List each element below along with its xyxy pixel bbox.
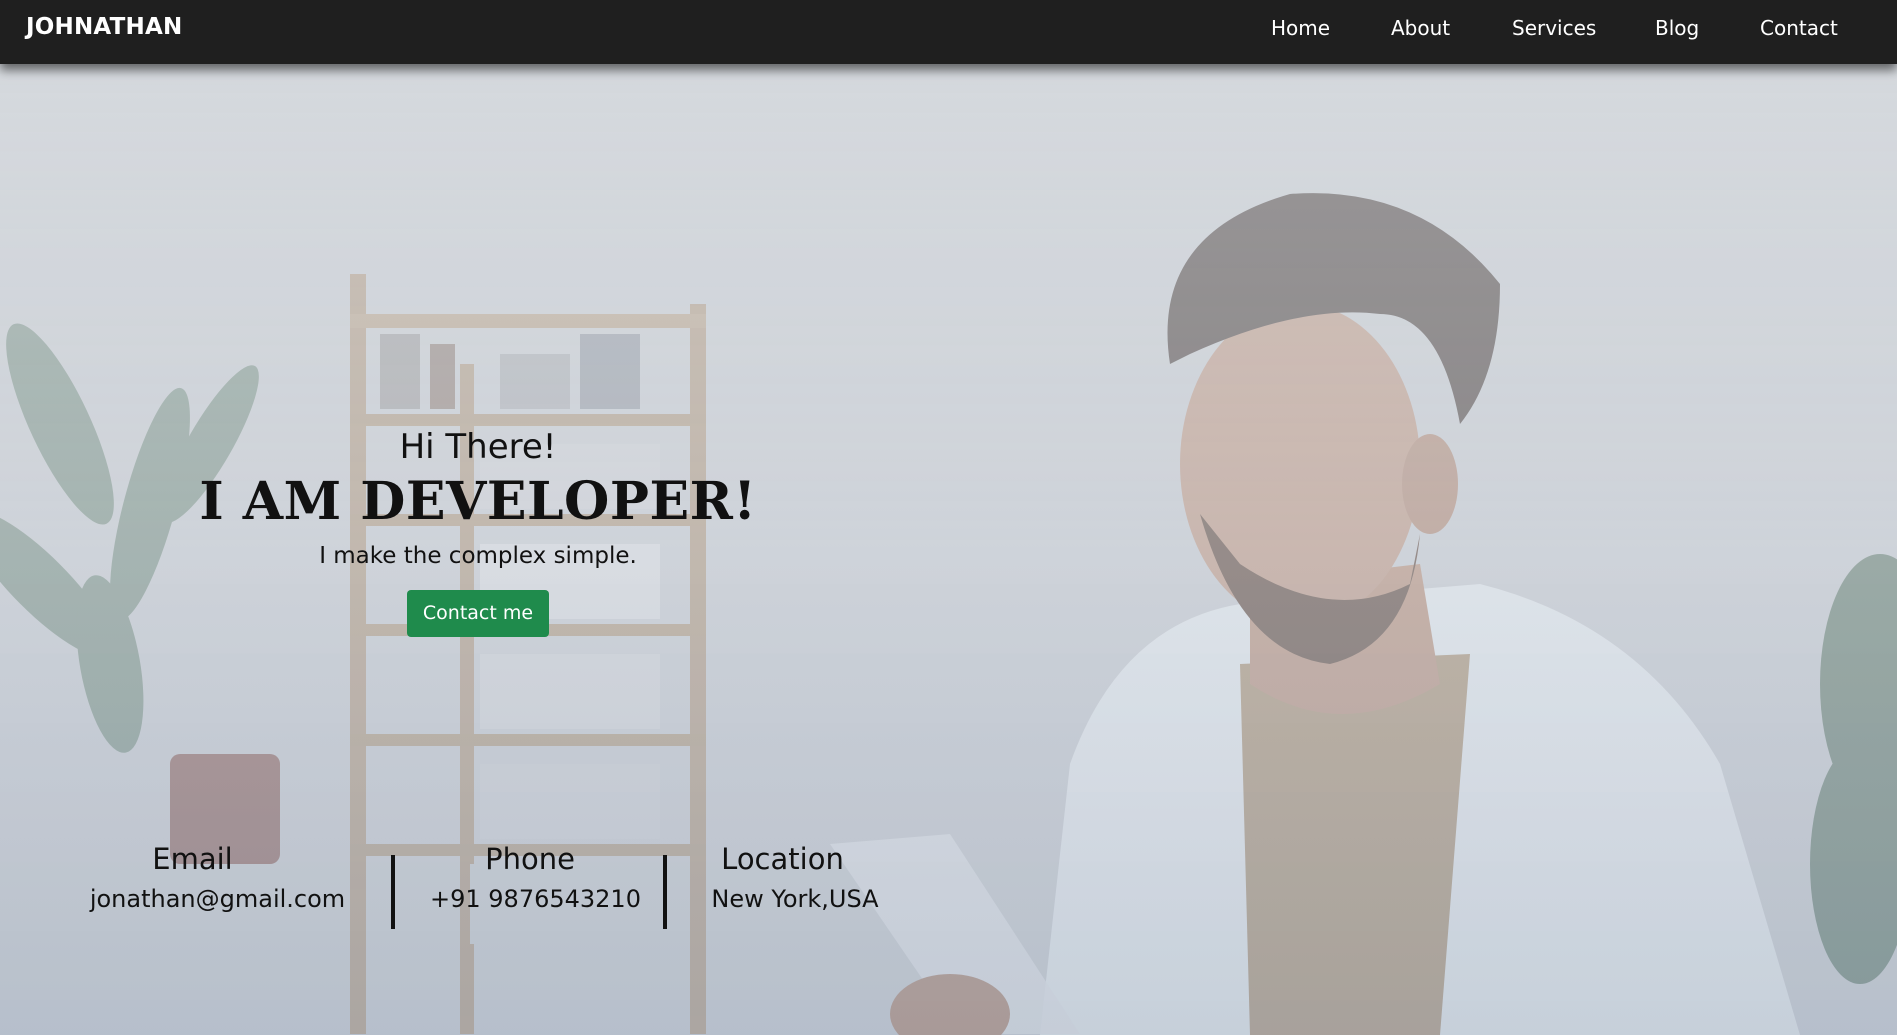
nav-menu: Home About Services Blog Contact [0, 16, 1897, 46]
info-divider [663, 855, 667, 929]
contact-me-button[interactable]: Contact me [406, 590, 550, 637]
nav-link-home[interactable]: Home [1271, 16, 1330, 40]
location-label: Location [721, 842, 844, 876]
email-label: Email [152, 842, 233, 876]
contact-info-strip: Email jonathan@gmail.com Phone +91 98765… [0, 836, 1000, 956]
phone-label: Phone [485, 842, 575, 876]
navbar: JOHNATHAN Home About Services Blog Conta… [0, 0, 1897, 64]
nav-link-contact[interactable]: Contact [1760, 16, 1838, 40]
nav-link-blog[interactable]: Blog [1655, 16, 1699, 40]
email-info: Email jonathan@gmail.com [80, 836, 355, 916]
hero-intro: Hi There! I AM DEVELOPER! I make the com… [180, 426, 776, 637]
email-value[interactable]: jonathan@gmail.com [80, 882, 355, 916]
nav-link-services[interactable]: Services [1512, 16, 1596, 40]
info-divider [391, 855, 395, 929]
location-info: Location New York,USA [705, 836, 885, 916]
phone-info: Phone +91 9876543210 [430, 836, 641, 916]
hero-tagline: I make the complex simple. [319, 543, 637, 569]
phone-value[interactable]: +91 9876543210 [430, 882, 641, 916]
greeting-text: Hi There! [399, 427, 557, 467]
hero-headline: I AM DEVELOPER! [199, 471, 757, 532]
nav-link-about[interactable]: About [1391, 16, 1450, 40]
location-value: New York,USA [711, 885, 879, 913]
